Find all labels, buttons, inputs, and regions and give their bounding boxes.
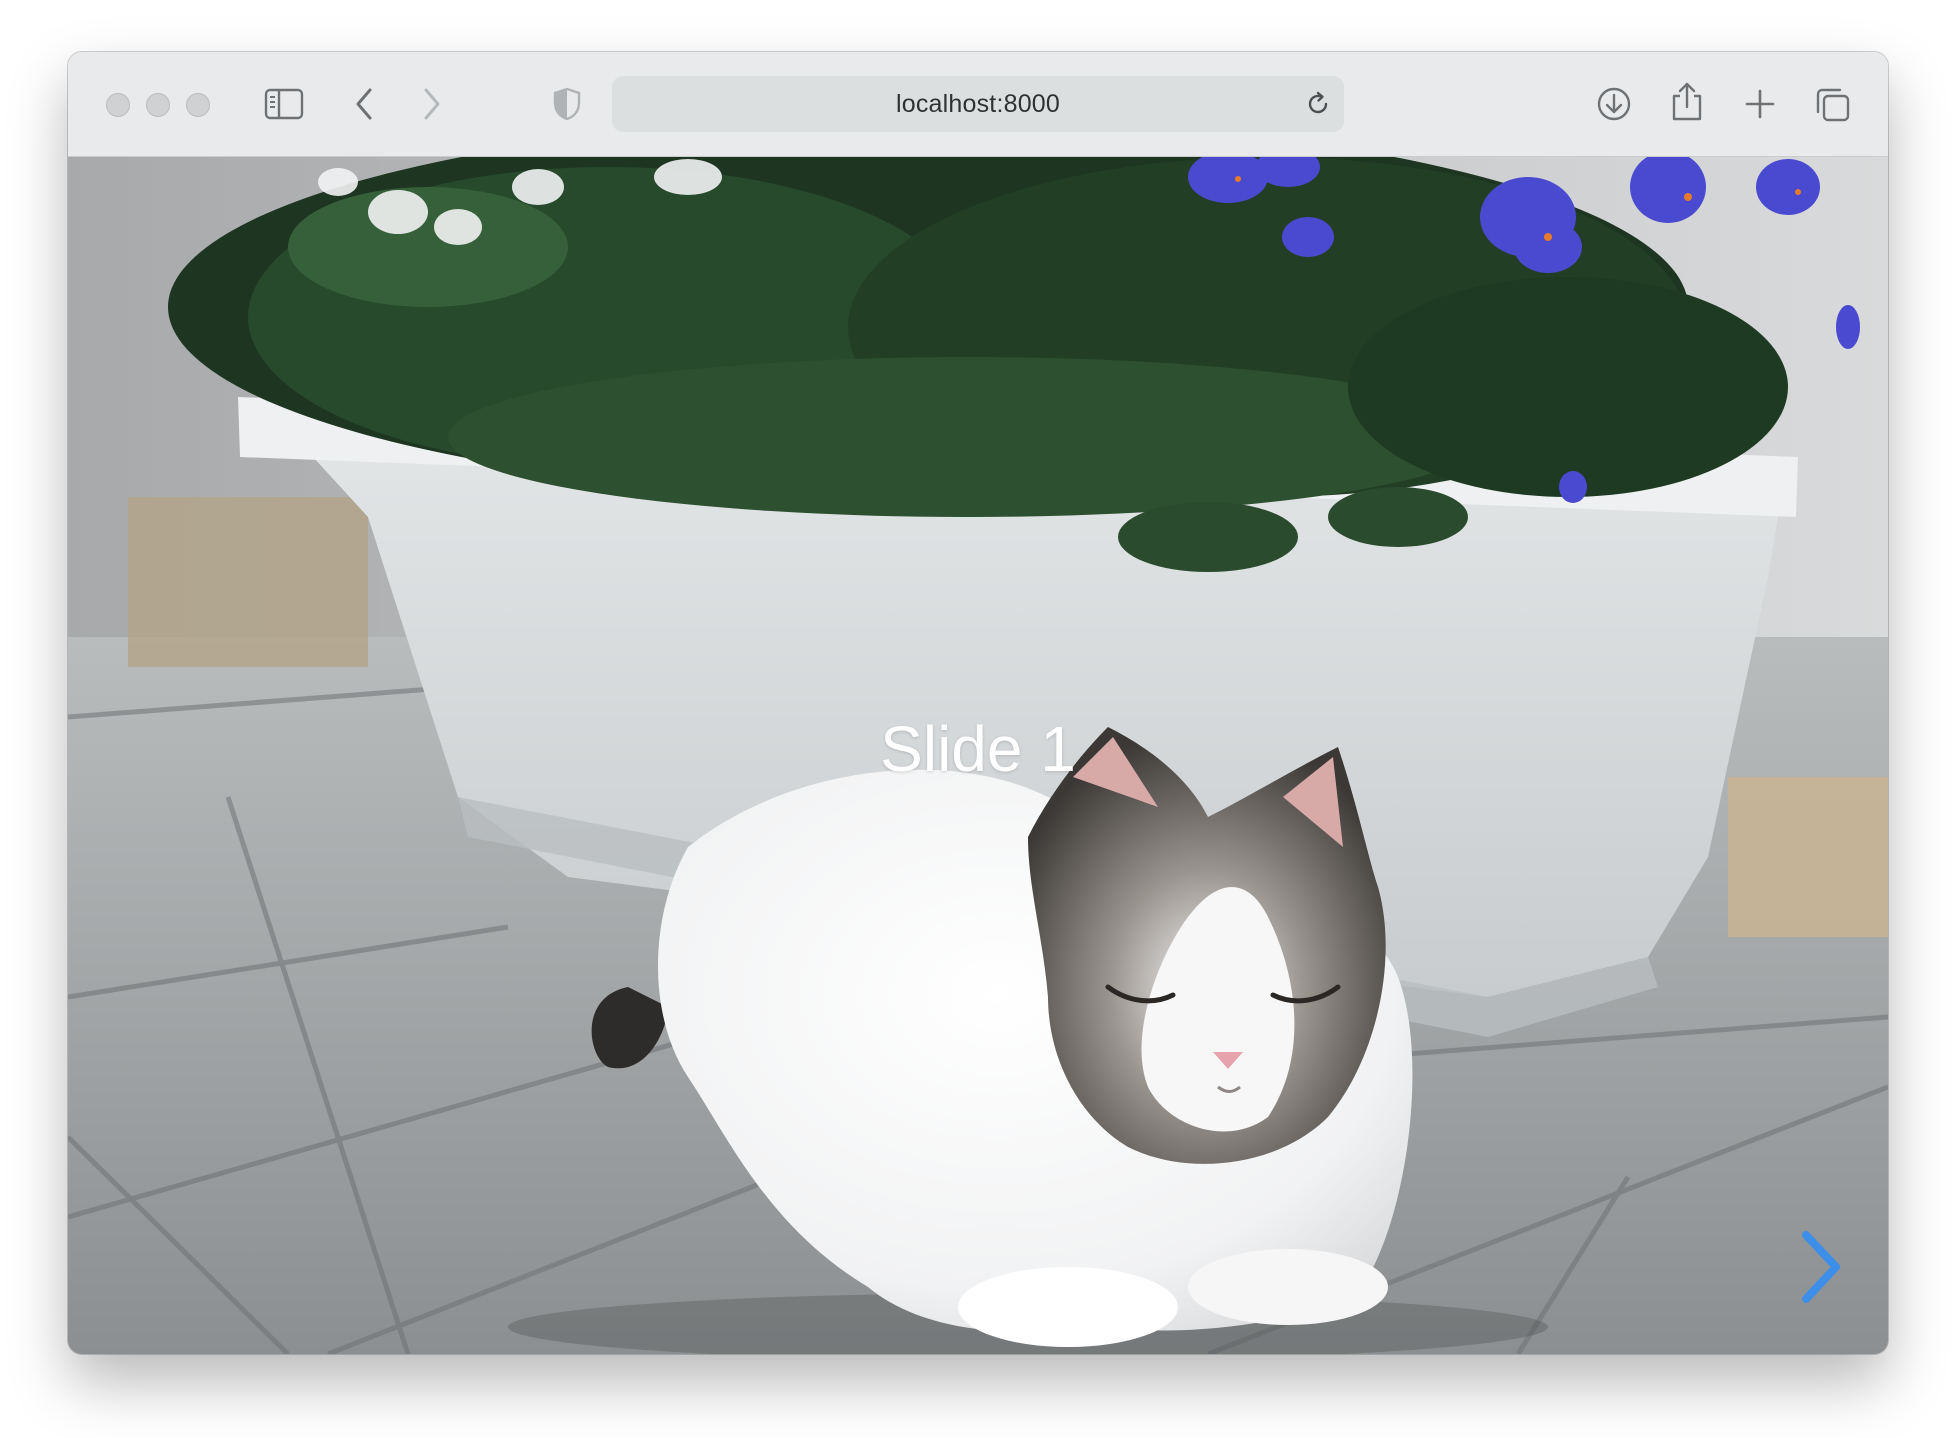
minimize-window-button[interactable] xyxy=(146,93,170,117)
next-slide-chevron-right-icon[interactable] xyxy=(1796,1227,1846,1307)
share-icon[interactable] xyxy=(1670,80,1704,122)
shield-icon[interactable] xyxy=(552,86,582,122)
tabs-overview-icon[interactable] xyxy=(1814,86,1852,124)
sidebar-icon[interactable] xyxy=(264,88,304,120)
plus-icon[interactable] xyxy=(1744,88,1776,120)
chevron-left-icon[interactable] xyxy=(352,86,376,122)
browser-window: localhost:8000 Slide 1 xyxy=(68,52,1888,1354)
slide-caption: Slide 1 xyxy=(880,713,1076,785)
reload-icon[interactable] xyxy=(1304,90,1332,118)
url-text: localhost:8000 xyxy=(895,90,1061,118)
close-window-button[interactable] xyxy=(106,93,130,117)
zoom-window-button[interactable] xyxy=(186,93,210,117)
slider: Slide 1 xyxy=(68,157,1888,1354)
browser-toolbar: localhost:8000 xyxy=(68,52,1888,157)
download-icon[interactable] xyxy=(1596,86,1632,122)
address-bar[interactable]: localhost:8000 xyxy=(612,76,1344,132)
chevron-right-icon[interactable] xyxy=(420,86,444,122)
